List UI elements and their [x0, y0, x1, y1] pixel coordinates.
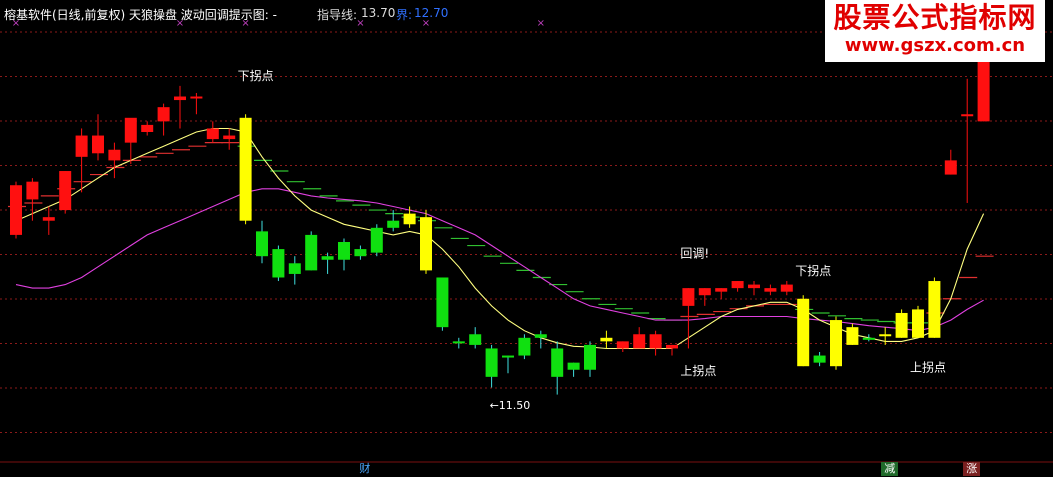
candle-body [682, 288, 695, 306]
turn-point-label: 下拐点 [795, 263, 831, 278]
bottom-event-tag[interactable]: 减 [881, 462, 899, 476]
candle-body [239, 117, 252, 221]
candle-body [403, 213, 416, 225]
candle-body [92, 135, 104, 154]
candle-body [452, 341, 465, 344]
candle-body [502, 355, 514, 358]
candle-body [944, 160, 957, 175]
candle-body [387, 220, 400, 228]
candle-body [108, 149, 121, 161]
candle-body [174, 96, 186, 101]
turn-point-label: 下拐点 [238, 68, 274, 83]
candle-body [616, 341, 629, 349]
candle-body [584, 344, 596, 370]
candle-body [797, 298, 810, 367]
candle-body [288, 263, 301, 274]
candle-body [666, 344, 678, 349]
candle-body [895, 312, 908, 338]
jie-label: 界: [396, 8, 413, 22]
candle-body [42, 217, 55, 221]
top-marker: × [537, 18, 545, 29]
bottom-event-tag[interactable]: 财 [356, 462, 373, 476]
candle-body [469, 334, 482, 345]
candle-body [321, 256, 334, 260]
candle-body [256, 231, 268, 257]
candle-body [862, 337, 875, 340]
candle-body [534, 334, 547, 338]
candle-body [698, 288, 711, 296]
kline-chart[interactable]: × × × × × ×←11.50下拐点回调!下拐点上拐点 上拐点 [0, 0, 1053, 477]
candle-body [485, 348, 498, 377]
candle-body [567, 362, 580, 370]
candle-body [26, 181, 39, 200]
candle-body [813, 355, 826, 363]
candle-body [305, 234, 318, 271]
jie-value: 12.70 [414, 6, 449, 20]
guide-line-label: 指导线: [317, 8, 358, 22]
candle-body [928, 281, 941, 338]
candle-body [190, 96, 203, 99]
candle-body [10, 185, 22, 235]
candle-body [338, 242, 350, 260]
candle-body [748, 284, 760, 289]
candle-body [124, 117, 137, 143]
turn-point-label: 回调! [680, 246, 709, 260]
candle-body [879, 334, 892, 337]
turn-point-label: 上拐点 [910, 360, 946, 375]
candle-body [912, 309, 924, 338]
chart-title: 榕基软件(日线,前复权) 天狼操盘 波动回调提示图: - [4, 8, 277, 22]
candle-body [370, 227, 383, 253]
candle-body [633, 334, 646, 349]
bottom-event-tag[interactable]: 涨 [963, 462, 981, 476]
candle-body [600, 337, 613, 342]
candle-body [59, 171, 72, 211]
watermark-title: 股票公式指标网 [833, 1, 1037, 34]
candle-body [157, 107, 170, 122]
candle-body [420, 217, 432, 271]
candle-body [649, 334, 662, 349]
candle-body [764, 288, 777, 292]
candle-body [75, 135, 88, 157]
turn-point-label: 上拐点 [680, 363, 716, 378]
watermark-logo: 股票公式指标网 www.gszx.com.cn [825, 0, 1045, 62]
candle-body [518, 337, 531, 356]
candle-body [731, 281, 744, 289]
watermark-url: www.gszx.com.cn [844, 35, 1026, 56]
candle-body [354, 249, 367, 257]
candle-body [551, 348, 564, 377]
candle-body [715, 288, 728, 292]
candle-body [223, 135, 236, 140]
candle-body [830, 320, 842, 367]
candle-body [272, 249, 285, 278]
chart-stage: × × × × × × ←11.50 下拐点 回调! 下拐点 上拐点 上拐点 榕基软件(日线,前复权)… [0, 0, 1053, 477]
low-price-marker: ←11.50 [490, 399, 531, 412]
candle-body [846, 327, 859, 345]
candle-body [206, 128, 219, 140]
candle-body [436, 277, 449, 328]
candle-body [141, 124, 154, 132]
candle-body [780, 284, 793, 292]
guide-line-value: 13.70 [361, 6, 396, 20]
candle-body [961, 114, 974, 117]
